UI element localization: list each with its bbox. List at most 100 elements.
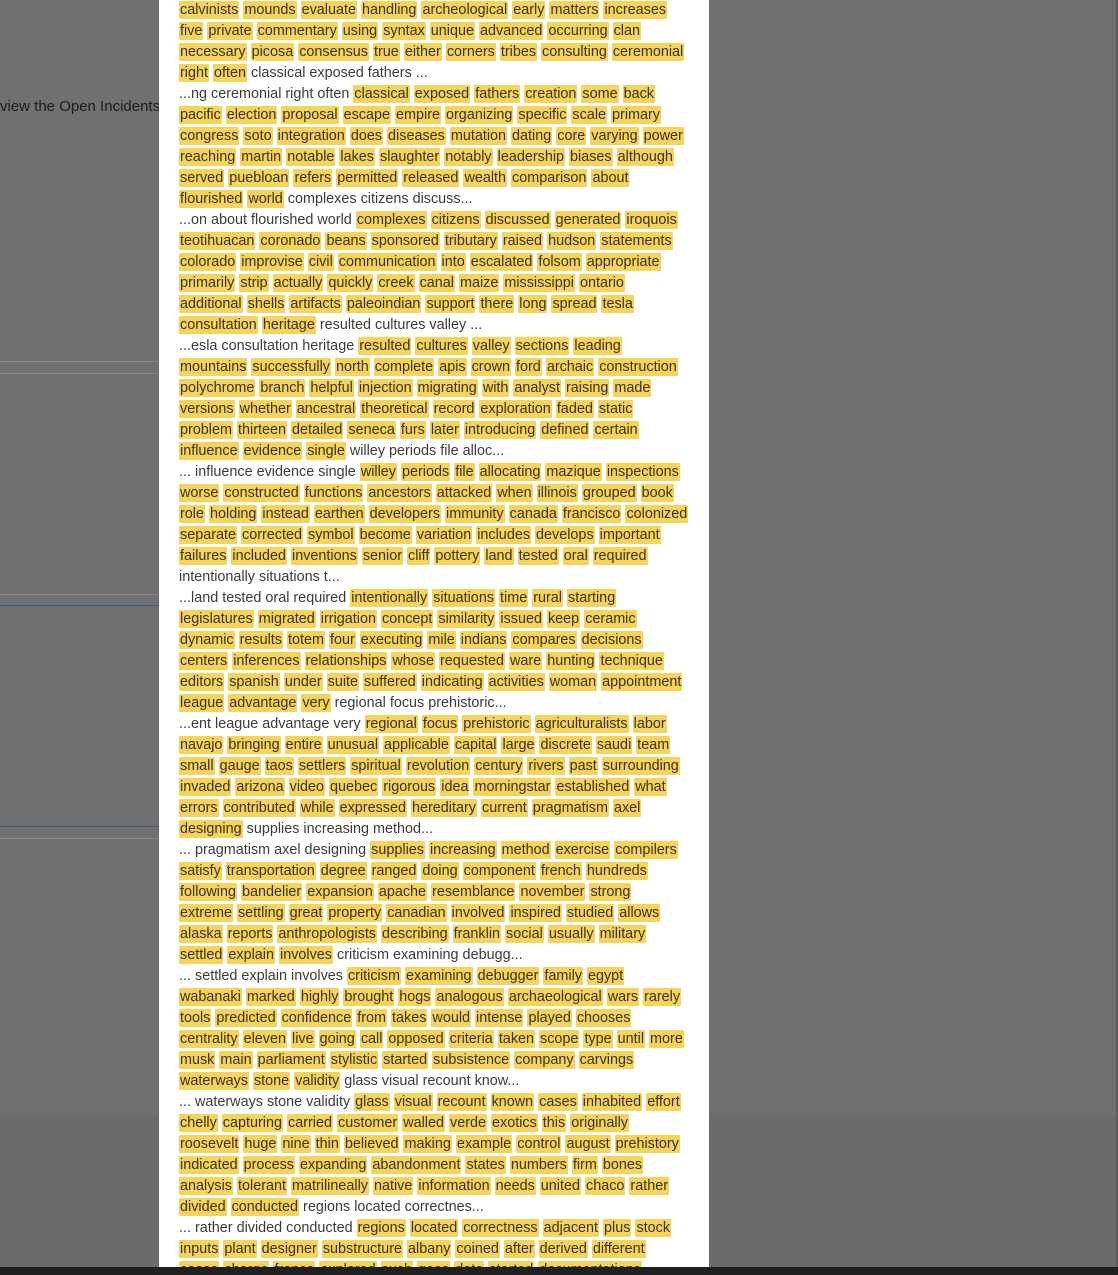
highlighted-word: empire xyxy=(395,106,442,124)
highlighted-word: centers xyxy=(179,652,229,670)
highlighted-word: into xyxy=(440,253,466,271)
highlighted-word: permitted xyxy=(336,169,399,187)
highlighted-word: tribes xyxy=(499,43,538,61)
highlighted-word: time xyxy=(499,589,529,607)
highlighted-word: control xyxy=(516,1135,562,1153)
highlighted-word: specific xyxy=(517,106,568,124)
highlighted-word: transportation xyxy=(225,862,316,880)
highlighted-word: syntax xyxy=(382,22,426,40)
highlighted-word: taos xyxy=(264,757,294,775)
highlighted-word: with xyxy=(481,379,510,397)
result-tail: regional focus prehistoric... xyxy=(334,695,507,711)
highlighted-word: senior xyxy=(361,547,404,565)
highlighted-word: grouped xyxy=(581,484,637,502)
highlighted-word: carvings xyxy=(578,1051,635,1069)
highlighted-word: pottery xyxy=(434,547,481,565)
highlighted-word: analysis xyxy=(179,1177,233,1195)
highlighted-word: component xyxy=(462,862,536,880)
highlighted-word: included xyxy=(231,547,287,565)
result-tail: classical exposed fathers ... xyxy=(251,65,428,81)
highlighted-word: served xyxy=(179,169,225,187)
highlighted-word: french xyxy=(539,862,582,880)
highlighted-word: issued xyxy=(499,610,543,628)
highlighted-word: unusual xyxy=(326,736,380,754)
highlighted-word: anthropologists xyxy=(277,925,378,943)
highlighted-word: tolerant xyxy=(237,1177,287,1195)
highlighted-word: entire xyxy=(284,736,323,754)
highlighted-word: known xyxy=(490,1093,535,1111)
highlighted-word: construction xyxy=(598,358,678,376)
highlighted-word: generated xyxy=(554,211,622,229)
highlighted-word: walled xyxy=(402,1114,445,1132)
highlighted-word: puebloan xyxy=(228,169,290,187)
highlighted-word: long xyxy=(518,295,548,313)
highlighted-word: labor xyxy=(632,715,667,733)
background-divider xyxy=(0,838,159,839)
highlighted-word: live xyxy=(291,1030,315,1048)
highlighted-word: glass xyxy=(354,1093,390,1111)
highlighted-word: unique xyxy=(429,22,475,40)
highlighted-word: separate xyxy=(179,526,238,544)
highlighted-word: leading xyxy=(573,337,622,355)
highlighted-word: making xyxy=(403,1135,452,1153)
highlighted-word: originally xyxy=(570,1114,629,1132)
highlighted-word: recount xyxy=(436,1093,487,1111)
highlighted-word: call xyxy=(359,1030,384,1048)
result-context: ... rather divided conducted xyxy=(179,1220,353,1236)
highlighted-word: scope xyxy=(539,1030,580,1048)
highlighted-word: indicating xyxy=(420,673,484,691)
highlighted-word: firm xyxy=(571,1156,598,1174)
result-block: ... influence evidence single willey per… xyxy=(179,462,689,588)
highlighted-word: when xyxy=(496,484,533,502)
highlighted-word: ranged xyxy=(370,862,418,880)
highlighted-word: later xyxy=(429,421,460,439)
highlighted-word: rural xyxy=(532,589,563,607)
highlighted-word: debugger xyxy=(476,967,540,985)
result-context: ... pragmatism axel designing xyxy=(179,842,367,858)
highlighted-word: creation xyxy=(524,85,578,103)
highlighted-word: exercise xyxy=(554,841,611,859)
highlighted-word: starting xyxy=(567,589,617,607)
highlighted-word: organizing xyxy=(445,106,514,124)
highlighted-word: north xyxy=(334,358,370,376)
highlighted-word: gauge xyxy=(218,757,261,775)
highlighted-word: world xyxy=(247,190,284,208)
highlighted-word: teotihuacan xyxy=(179,232,256,250)
highlighted-word: dating xyxy=(511,127,553,145)
highlighted-word: folsom xyxy=(537,253,582,271)
highlighted-word: visual xyxy=(393,1093,433,1111)
highlighted-word: indicated xyxy=(179,1156,239,1174)
highlighted-word: waterways xyxy=(179,1072,249,1090)
highlighted-word: quickly xyxy=(327,274,374,292)
highlighted-word: back xyxy=(622,85,656,103)
highlighted-word: great xyxy=(288,904,324,922)
highlighted-word: inferences xyxy=(232,652,301,670)
highlighted-word: confidence xyxy=(280,1009,353,1027)
highlighted-word: while xyxy=(299,799,335,817)
highlighted-word: customer xyxy=(337,1114,399,1132)
highlighted-word: varying xyxy=(590,127,639,145)
search-results-panel[interactable]: calvinists mounds evaluate handling arch… xyxy=(159,0,709,1267)
highlighted-word: lakes xyxy=(339,148,376,166)
highlighted-word: prehistoric xyxy=(462,715,531,733)
highlighted-word: company xyxy=(514,1051,575,1069)
highlighted-word: chooses xyxy=(575,1009,632,1027)
highlighted-word: leadership xyxy=(496,148,566,166)
result-context: ... waterways stone validity xyxy=(179,1094,351,1110)
highlighted-word: role xyxy=(179,505,205,523)
highlighted-word: periods xyxy=(401,463,451,481)
highlighted-word: cases xyxy=(538,1093,578,1111)
highlighted-word: bones xyxy=(601,1156,644,1174)
highlighted-word: about xyxy=(591,169,630,187)
highlighted-word: important xyxy=(598,526,661,544)
highlighted-word: mazique xyxy=(545,463,602,481)
highlighted-word: regional xyxy=(364,715,418,733)
highlighted-word: plant xyxy=(223,1240,257,1258)
highlighted-word: there xyxy=(479,295,515,313)
highlighted-word: supplies xyxy=(370,841,425,859)
highlighted-word: focus xyxy=(421,715,459,733)
highlighted-word: opposed xyxy=(387,1030,445,1048)
highlighted-word: cultures xyxy=(415,337,468,355)
highlighted-word: paleoindian xyxy=(345,295,422,313)
highlighted-word: wabanaki xyxy=(179,988,242,1006)
